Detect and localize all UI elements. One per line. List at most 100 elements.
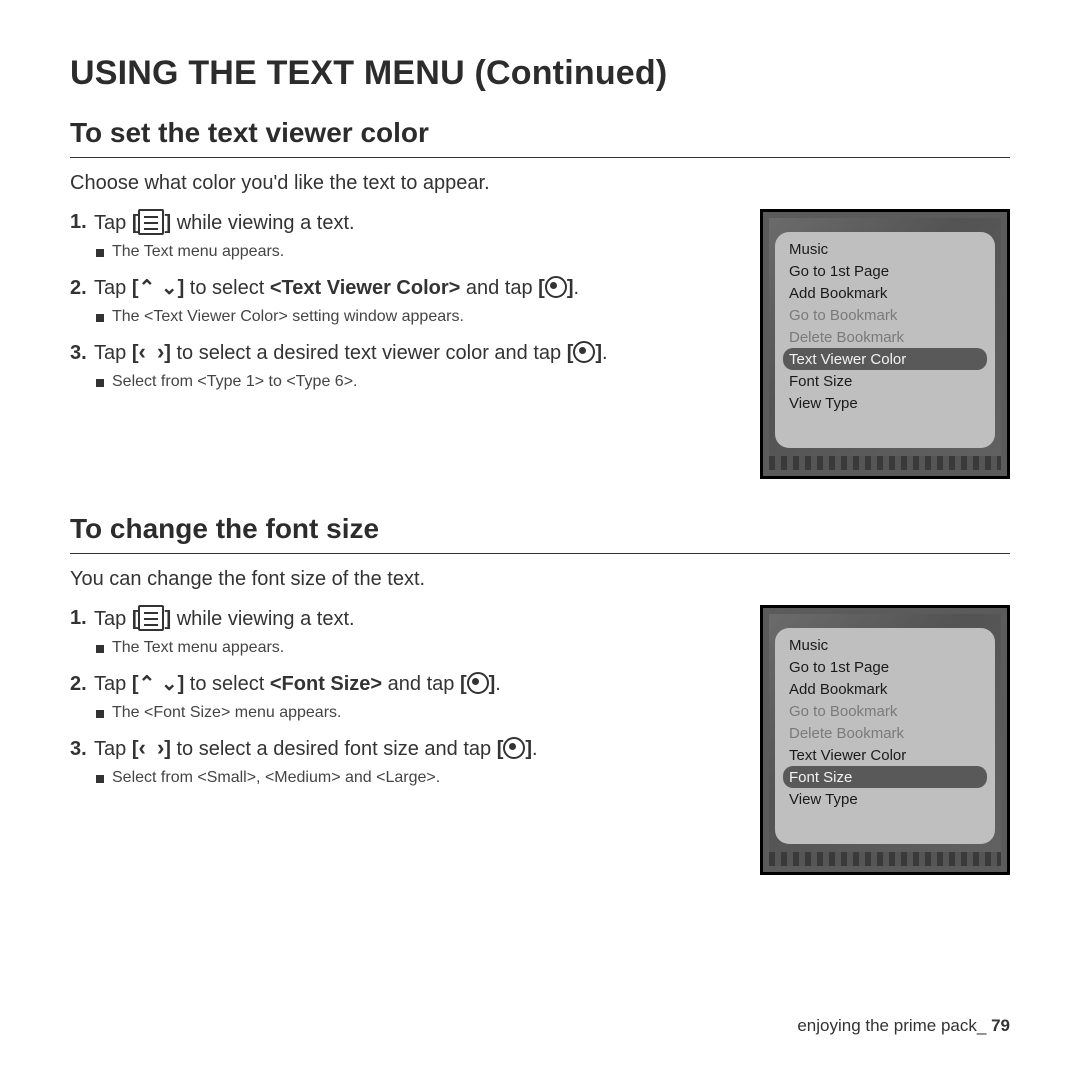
substep: The Text menu appears. <box>96 243 744 261</box>
left-icon: ‹ <box>138 339 145 364</box>
menu-icon <box>138 209 164 235</box>
step: 3. Tap [‹ ›] to select a desired font si… <box>70 736 744 763</box>
down-icon: ⌄ <box>161 277 178 299</box>
device-menu-item: Music <box>775 238 995 260</box>
step-text: Tap [] while viewing a text. <box>94 209 744 237</box>
text: . <box>532 738 538 760</box>
device-menu-item: Music <box>775 634 995 656</box>
section-text-viewer-color: To set the text viewer color Choose what… <box>70 117 1010 479</box>
page-title: USING THE TEXT MENU (Continued) <box>70 54 1010 93</box>
step-text: Tap [‹ ›] to select a desired text viewe… <box>94 340 744 367</box>
substep: The <Font Size> menu appears. <box>96 704 744 722</box>
text: to select <box>184 673 270 695</box>
bullet-icon <box>96 710 104 718</box>
text: to select a desired font size and tap <box>171 738 497 760</box>
divider <box>70 553 1010 554</box>
content-row: 1. Tap [] while viewing a text. The Text… <box>70 209 1010 479</box>
device-menu-item: Text Viewer Color <box>775 744 995 766</box>
text: to select a desired text viewer color an… <box>171 342 567 364</box>
step-number: 2. <box>70 275 94 302</box>
substep-text: Select from <Small>, <Medium> and <Large… <box>112 769 440 787</box>
step: 2. Tap [⌃ ⌄] to select <Text Viewer Colo… <box>70 275 744 302</box>
text: . <box>602 342 608 364</box>
substep-text: Select from <Type 1> to <Type 6>. <box>112 373 357 391</box>
step: 3. Tap [‹ ›] to select a desired text vi… <box>70 340 744 367</box>
up-icon: ⌃ <box>138 673 155 695</box>
content-row: 1. Tap [] while viewing a text. The Text… <box>70 605 1010 875</box>
device-menu-item: Font Size <box>775 370 995 392</box>
bracket: [ <box>538 277 545 299</box>
step-list: 1. Tap [] while viewing a text. The Text… <box>70 605 744 801</box>
step-number: 3. <box>70 340 94 367</box>
device-menu-item: Go to Bookmark <box>775 700 995 722</box>
device-menu-item: Add Bookmark <box>775 282 995 304</box>
device-menu-item: Text Viewer Color <box>783 348 987 370</box>
step-number: 3. <box>70 736 94 763</box>
step: 1. Tap [] while viewing a text. <box>70 209 744 237</box>
text: Tap <box>94 738 132 760</box>
device-screenshot: MusicGo to 1st PageAdd BookmarkGo to Boo… <box>760 605 1010 875</box>
text: Tap <box>94 608 132 630</box>
section-heading: To change the font size <box>70 513 1010 551</box>
device-screen: MusicGo to 1st PageAdd BookmarkGo to Boo… <box>769 614 1001 866</box>
substep-text: The <Text Viewer Color> setting window a… <box>112 308 464 326</box>
section-intro: Choose what color you'd like the text to… <box>70 172 1010 195</box>
menu-icon <box>138 605 164 631</box>
device-menu-item: Add Bookmark <box>775 678 995 700</box>
bullet-icon <box>96 314 104 322</box>
text: and tap <box>382 673 460 695</box>
bullet-icon <box>96 645 104 653</box>
step-list: 1. Tap [] while viewing a text. The Text… <box>70 209 744 405</box>
bullet-icon <box>96 249 104 257</box>
select-icon <box>573 341 595 363</box>
text: . <box>574 277 580 299</box>
device-menu-item: Font Size <box>783 766 987 788</box>
step: 2. Tap [⌃ ⌄] to select <Font Size> and t… <box>70 671 744 698</box>
section-intro: You can change the font size of the text… <box>70 568 1010 591</box>
substep-text: The <Font Size> menu appears. <box>112 704 341 722</box>
page-footer: enjoying the prime pack_ 79 <box>797 1016 1010 1036</box>
device-menu-item: Delete Bookmark <box>775 722 995 744</box>
step-text: Tap [⌃ ⌄] to select <Text Viewer Color> … <box>94 275 744 302</box>
bracket: ] <box>164 738 171 760</box>
select-icon <box>467 672 489 694</box>
bracket: [ <box>460 673 467 695</box>
select-icon <box>545 276 567 298</box>
left-icon: ‹ <box>138 735 145 760</box>
step: 1. Tap [] while viewing a text. <box>70 605 744 633</box>
bracket: ] <box>567 277 574 299</box>
device-menu-item: Go to 1st Page <box>775 656 995 678</box>
bullet-icon <box>96 379 104 387</box>
device-screen: MusicGo to 1st PageAdd BookmarkGo to Boo… <box>769 218 1001 470</box>
device-menu-item: View Type <box>775 392 995 414</box>
text: while viewing a text. <box>171 608 354 630</box>
substep: The Text menu appears. <box>96 639 744 657</box>
text: while viewing a text. <box>171 212 354 234</box>
up-icon: ⌃ <box>138 277 155 299</box>
step-number: 1. <box>70 209 94 237</box>
page-number: 79 <box>991 1016 1010 1035</box>
substep-text: The Text menu appears. <box>112 243 284 261</box>
substep: Select from <Small>, <Medium> and <Large… <box>96 769 744 787</box>
step-text: Tap [⌃ ⌄] to select <Font Size> and tap … <box>94 671 744 698</box>
bracket: [ <box>567 342 574 364</box>
section-heading: To set the text viewer color <box>70 117 1010 155</box>
bold-label: <Font Size> <box>270 673 382 695</box>
step-text: Tap [‹ ›] to select a desired font size … <box>94 736 744 763</box>
substep: Select from <Type 1> to <Type 6>. <box>96 373 744 391</box>
bracket: [ <box>132 608 139 630</box>
text: Tap <box>94 212 132 234</box>
down-icon: ⌄ <box>161 673 178 695</box>
section-font-size: To change the font size You can change t… <box>70 513 1010 875</box>
bracket: [ <box>132 212 139 234</box>
manual-page: USING THE TEXT MENU (Continued) To set t… <box>0 0 1080 915</box>
device-menu: MusicGo to 1st PageAdd BookmarkGo to Boo… <box>775 232 995 448</box>
device-menu: MusicGo to 1st PageAdd BookmarkGo to Boo… <box>775 628 995 844</box>
text: and tap <box>460 277 538 299</box>
text: to select <box>184 277 270 299</box>
substep-text: The Text menu appears. <box>112 639 284 657</box>
bullet-icon <box>96 775 104 783</box>
step-number: 1. <box>70 605 94 633</box>
text: Tap <box>94 342 132 364</box>
device-menu-item: Go to 1st Page <box>775 260 995 282</box>
